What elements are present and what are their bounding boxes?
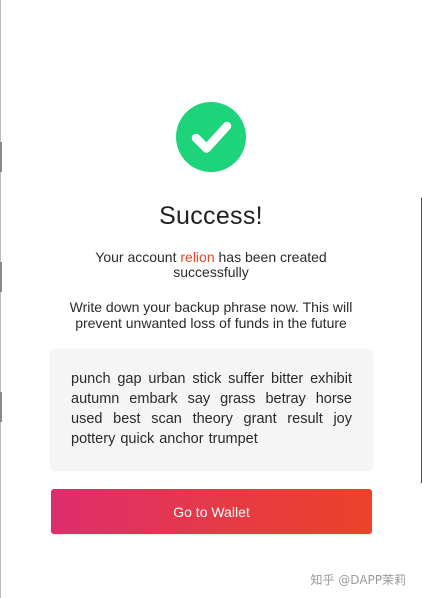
left-edge-border	[0, 0, 1, 598]
success-screen: Success! Your account relion has been cr…	[0, 0, 422, 598]
backup-phrase-box: punch gap urban stick suffer bitter exhi…	[51, 349, 372, 469]
left-edge-mark	[0, 392, 2, 422]
account-name: relion	[180, 249, 215, 265]
left-edge-mark	[0, 262, 2, 292]
account-created-message: Your account relion has been created suc…	[70, 250, 352, 280]
backup-phrase: punch gap urban stick suffer bitter exhi…	[71, 371, 352, 447]
watermark: 知乎 @DAPP茉莉	[310, 573, 406, 587]
success-title: Success!	[159, 202, 263, 230]
left-edge-mark	[0, 142, 2, 172]
backup-instruction: Write down your backup phrase now. This …	[69, 299, 353, 331]
check-circle-icon	[176, 102, 246, 172]
account-message-prefix: Your account	[95, 249, 181, 265]
go-to-wallet-button[interactable]: Go to Wallet	[51, 489, 372, 534]
